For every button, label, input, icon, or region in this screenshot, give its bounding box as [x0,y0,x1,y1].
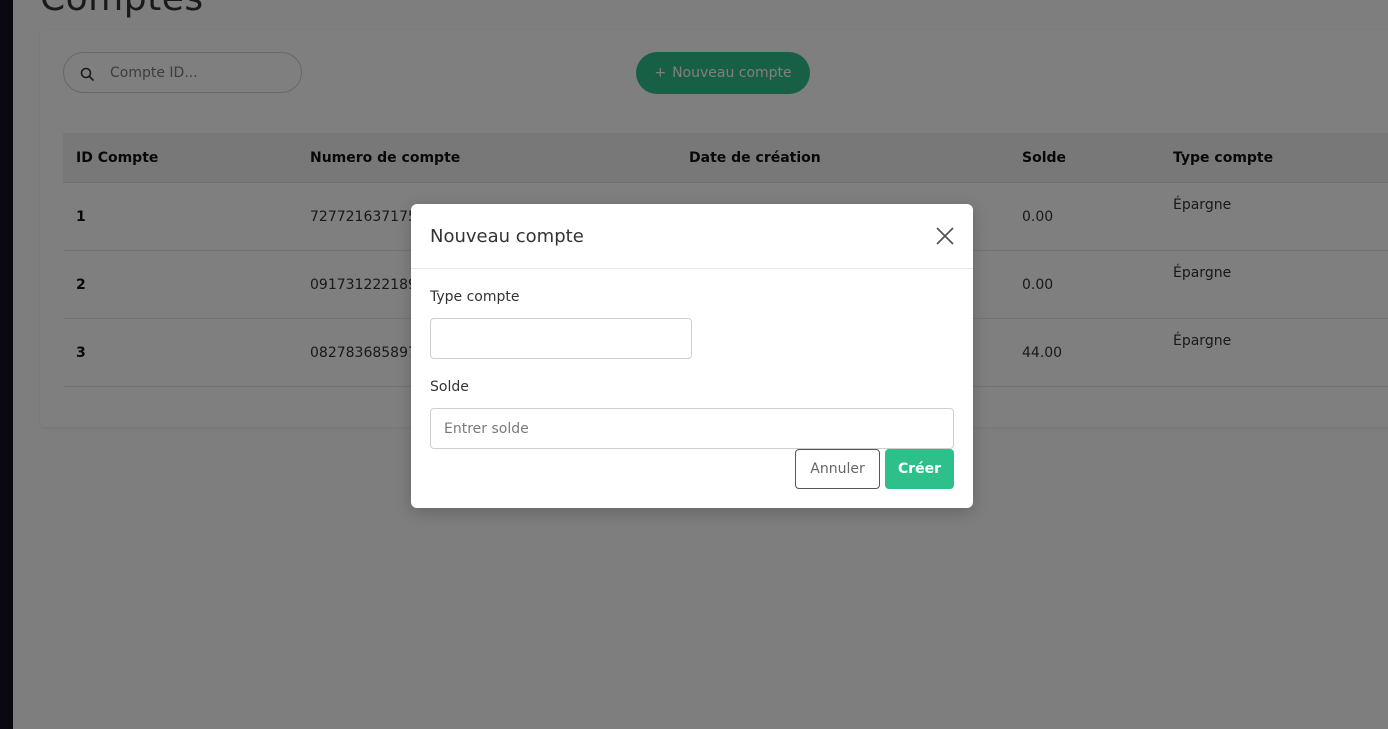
dialog-header: Nouveau compte [411,204,973,269]
close-icon [936,227,954,245]
solde-input[interactable] [430,408,954,449]
type-compte-label: Type compte [430,289,520,305]
cancel-button[interactable]: Annuler [795,449,880,489]
new-account-dialog: Nouveau compte Type compte Solde Annuler… [411,204,973,508]
dialog-title: Nouveau compte [430,226,584,247]
create-button[interactable]: Créer [885,449,954,489]
solde-label: Solde [430,379,469,395]
close-button[interactable] [935,226,955,246]
type-compte-input[interactable] [430,318,692,359]
